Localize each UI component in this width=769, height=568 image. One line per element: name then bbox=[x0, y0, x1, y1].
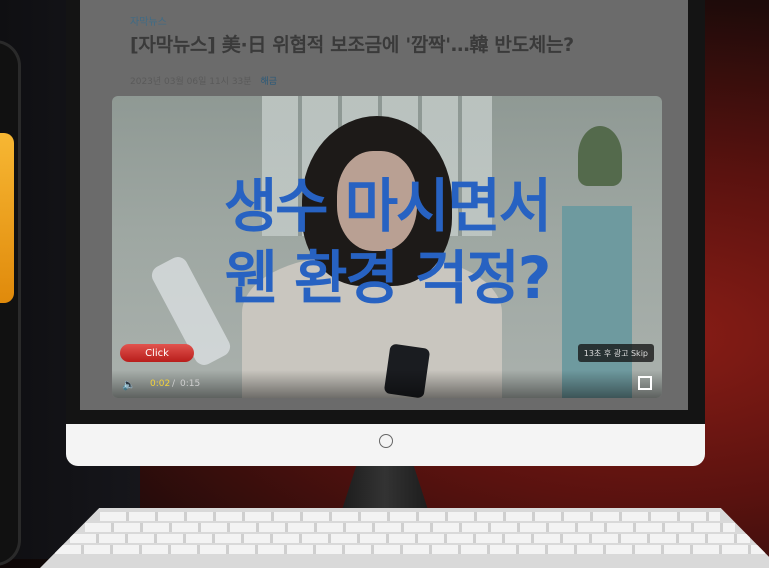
monitor-chin bbox=[66, 424, 705, 466]
smartphone-device bbox=[0, 40, 21, 566]
article-date: 2023년 03월 06일 11시 33분 bbox=[130, 77, 252, 87]
ad-click-button[interactable]: Click bbox=[120, 344, 194, 362]
video-controls: 🔈 0:02 / 0:15 bbox=[112, 370, 662, 398]
volume-icon[interactable]: 🔈 bbox=[122, 379, 136, 390]
desktop-monitor: 자막뉴스 [자막뉴스] 美·日 위협적 보조금에 '깜짝'…韓 반도체는? 20… bbox=[66, 0, 705, 466]
time-duration: 0:15 bbox=[180, 379, 201, 389]
fullscreen-icon[interactable] bbox=[638, 376, 652, 390]
article-category-link[interactable]: 해금 bbox=[260, 77, 277, 87]
ad-headline-line2: 웬 환경 걱정? bbox=[224, 244, 552, 312]
keyboard-row bbox=[55, 545, 765, 554]
keyboard bbox=[40, 508, 769, 568]
keyboard-row bbox=[70, 534, 750, 543]
smartphone-screen bbox=[0, 133, 14, 303]
monitor-screen: 자막뉴스 [자막뉴스] 美·日 위협적 보조금에 '깜짝'…韓 반도체는? 20… bbox=[80, 0, 688, 410]
time-current: 0:02 bbox=[150, 379, 171, 389]
ad-skip-button[interactable]: 13초 후 광고 Skip bbox=[577, 344, 654, 362]
keyboard-row bbox=[85, 523, 735, 532]
keyboard-row bbox=[100, 512, 720, 521]
article-meta: 2023년 03월 06일 11시 33분 해금 bbox=[130, 74, 277, 87]
time-separator: / bbox=[172, 379, 176, 389]
power-button-icon[interactable] bbox=[379, 434, 393, 448]
ad-headline-line1: 생수 마시면서 bbox=[223, 172, 552, 240]
article-title[interactable]: [자막뉴스] 美·日 위협적 보조금에 '깜짝'…韓 반도체는? bbox=[130, 30, 574, 57]
article-category[interactable]: 자막뉴스 bbox=[130, 13, 167, 28]
video-ad-player[interactable]: 생수 마시면서 웬 환경 걱정? Click 13초 후 광고 Skip 🔈 0… bbox=[112, 96, 662, 398]
